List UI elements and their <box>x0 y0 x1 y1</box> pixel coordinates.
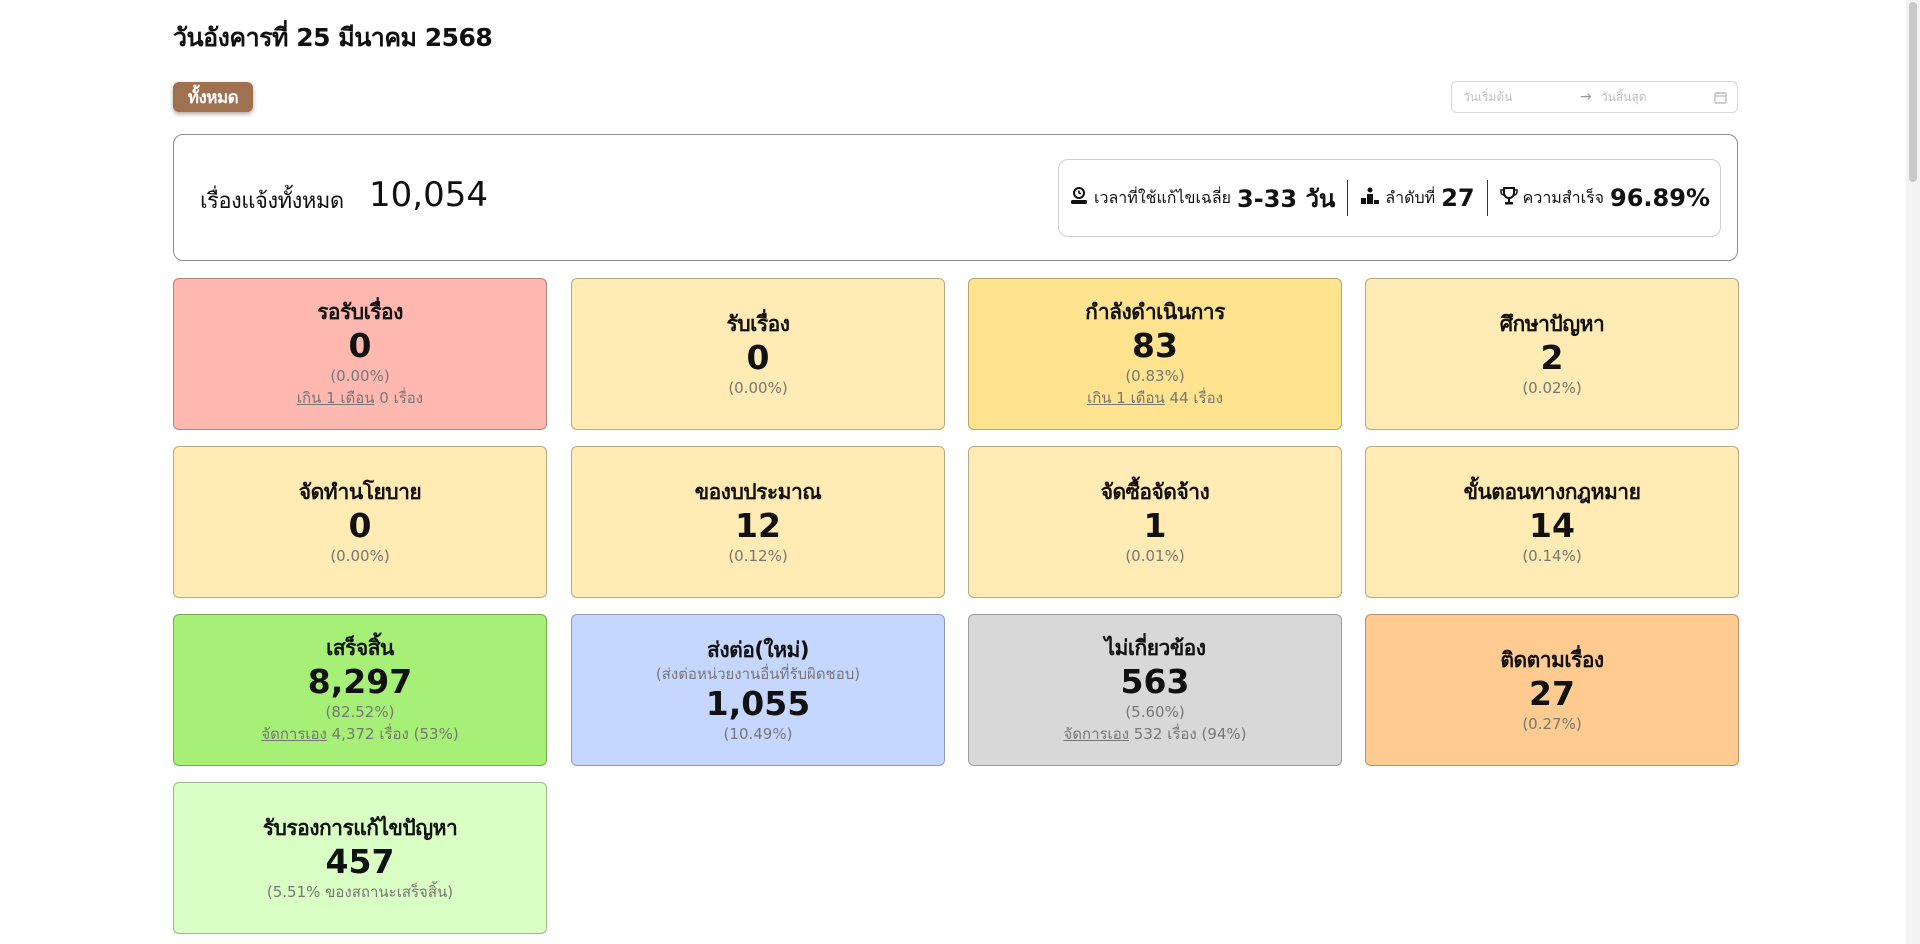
rank-value: 27 <box>1441 184 1475 212</box>
total-label: เรื่องแจ้งทั้งหมด <box>200 189 344 214</box>
card-certified[interactable]: รับรองการแก้ไขปัญหา 457 (5.51% ของสถานะเ… <box>173 782 547 934</box>
card-pending[interactable]: รอรับเรื่อง 0 (0.00%) เกิน 1 เดือน 0 เรื… <box>173 278 547 430</box>
card-percent: (5.51% ของสถานะเสร็จสิ้น) <box>266 883 454 901</box>
card-value: 0 <box>348 326 372 365</box>
card-percent: (5.60%) <box>1125 703 1185 721</box>
card-percent: (82.52%) <box>325 703 395 721</box>
start-date-input[interactable]: วันเริ่มต้น <box>1463 88 1512 107</box>
card-value: 27 <box>1529 674 1575 713</box>
avg-time-label: เวลาที่ใช้แก้ไขเฉลี่ย <box>1094 187 1232 207</box>
range-arrow-icon: → <box>1580 89 1592 105</box>
success-value: 96.89% <box>1610 184 1710 212</box>
stat-divider <box>1347 180 1349 216</box>
date-range-picker[interactable]: วันเริ่มต้น → วันสิ้นสุด <box>1451 81 1738 113</box>
card-title: ของบประมาณ <box>694 480 822 504</box>
avg-time-stat: เวลาที่ใช้แก้ไขเฉลี่ย 3-33 วัน <box>1069 179 1335 218</box>
card-percent: (0.00%) <box>330 367 390 385</box>
filter-all-button[interactable]: ทั้งหมด <box>173 82 253 112</box>
self-handled-link[interactable]: จัดการเอง <box>1063 725 1129 743</box>
card-title: รับรองการแก้ไขปัญหา <box>262 816 458 840</box>
card-percent: (0.00%) <box>728 379 788 397</box>
card-percent: (0.00%) <box>330 547 390 565</box>
card-unrelated[interactable]: ไม่เกี่ยวข้อง 563 (5.60%) จัดการเอง 532 … <box>968 614 1342 766</box>
stat-divider <box>1486 180 1488 216</box>
card-value: 0 <box>746 338 770 377</box>
card-percent: (0.02%) <box>1522 379 1582 397</box>
stats-box: เวลาที่ใช้แก้ไขเฉลี่ย 3-33 วัน ลำดับที่ … <box>1058 159 1721 237</box>
card-value: 563 <box>1120 662 1190 701</box>
card-self-handled: จัดการเอง 532 เรื่อง (94%) <box>1063 722 1246 746</box>
card-value: 1,055 <box>705 684 811 723</box>
card-value: 83 <box>1132 326 1178 365</box>
end-date-input[interactable]: วันสิ้นสุด <box>1601 88 1647 107</box>
card-overdue: เกิน 1 เดือน 0 เรื่อง <box>297 386 423 410</box>
card-title: ติดตามเรื่อง <box>1500 648 1604 672</box>
card-title: ส่งต่อ(ใหม่) <box>707 638 809 662</box>
podium-icon <box>1360 186 1385 210</box>
card-value: 0 <box>348 506 372 545</box>
overdue-link[interactable]: เกิน 1 เดือน <box>1087 389 1165 407</box>
total-value: 10,054 <box>369 175 488 215</box>
self-handled-link[interactable]: จัดการเอง <box>261 725 327 743</box>
card-follow-up[interactable]: ติดตามเรื่อง 27 (0.27%) <box>1365 614 1739 766</box>
summary-panel: เรื่องแจ้งทั้งหมด 10,054 เวลาที่ใช้แก้ไข… <box>173 134 1738 261</box>
card-budget[interactable]: ของบประมาณ 12 (0.12%) <box>571 446 945 598</box>
self-handled-count: 4,372 เรื่อง (53%) <box>326 725 459 743</box>
overdue-count: 44 เรื่อง <box>1164 389 1223 407</box>
card-percent: (10.49%) <box>723 725 793 743</box>
calendar-icon[interactable] <box>1714 91 1727 107</box>
card-title: ไม่เกี่ยวข้อง <box>1104 636 1206 660</box>
card-value: 8,297 <box>307 662 413 701</box>
card-title: รอรับเรื่อง <box>317 300 403 324</box>
card-title: รับเรื่อง <box>726 312 790 336</box>
page-title: วันอังคารที่ 25 มีนาคม 2568 <box>173 23 493 52</box>
card-value: 2 <box>1540 338 1564 377</box>
card-percent: (0.01%) <box>1125 547 1185 565</box>
card-accepted[interactable]: รับเรื่อง 0 (0.00%) <box>571 278 945 430</box>
card-policy[interactable]: จัดทำนโยบาย 0 (0.00%) <box>173 446 547 598</box>
card-studying[interactable]: ศึกษาปัญหา 2 (0.02%) <box>1365 278 1739 430</box>
avg-time-value: 3-33 วัน <box>1237 184 1336 213</box>
card-value: 12 <box>735 506 781 545</box>
card-title: จัดทำนโยบาย <box>298 480 422 504</box>
card-overdue: เกิน 1 เดือน 44 เรื่อง <box>1087 386 1223 410</box>
card-title: เสร็จสิ้น <box>326 636 394 660</box>
rank-label: ลำดับที่ <box>1385 187 1436 207</box>
self-handled-count: 532 เรื่อง (94%) <box>1129 725 1247 743</box>
trophy-icon <box>1499 186 1523 210</box>
scrollbar-thumb[interactable] <box>1909 2 1917 182</box>
card-title: กำลังดำเนินการ <box>1085 300 1225 324</box>
card-in-progress[interactable]: กำลังดำเนินการ 83 (0.83%) เกิน 1 เดือน 4… <box>968 278 1342 430</box>
card-note: (ส่งต่อหน่วยงานอื่นที่รับผิดชอบ) <box>655 665 861 683</box>
card-title: ขั้นตอนทางกฎหมาย <box>1463 480 1641 504</box>
overdue-link[interactable]: เกิน 1 เดือน <box>297 389 375 407</box>
card-value: 457 <box>325 842 395 881</box>
card-value: 14 <box>1529 506 1575 545</box>
card-percent: (0.12%) <box>728 547 788 565</box>
clock-user-icon <box>1069 186 1094 210</box>
card-value: 1 <box>1143 506 1167 545</box>
card-title: จัดซื้อจัดจ้าง <box>1100 480 1210 504</box>
card-forwarded[interactable]: ส่งต่อ(ใหม่) (ส่งต่อหน่วยงานอื่นที่รับผิ… <box>571 614 945 766</box>
page-scrollbar[interactable] <box>1906 0 1920 944</box>
card-percent: (0.83%) <box>1125 367 1185 385</box>
overdue-count: 0 เรื่อง <box>374 389 424 407</box>
success-stat: ความสำเร็จ 96.89% <box>1499 184 1710 212</box>
card-legal[interactable]: ขั้นตอนทางกฎหมาย 14 (0.14%) <box>1365 446 1739 598</box>
rank-stat: ลำดับที่ 27 <box>1360 184 1475 212</box>
success-label: ความสำเร็จ <box>1522 187 1605 207</box>
card-title: ศึกษาปัญหา <box>1499 312 1605 336</box>
card-completed[interactable]: เสร็จสิ้น 8,297 (82.52%) จัดการเอง 4,372… <box>173 614 547 766</box>
card-percent: (0.14%) <box>1522 547 1582 565</box>
card-procurement[interactable]: จัดซื้อจัดจ้าง 1 (0.01%) <box>968 446 1342 598</box>
card-self-handled: จัดการเอง 4,372 เรื่อง (53%) <box>261 722 458 746</box>
card-percent: (0.27%) <box>1522 715 1582 733</box>
